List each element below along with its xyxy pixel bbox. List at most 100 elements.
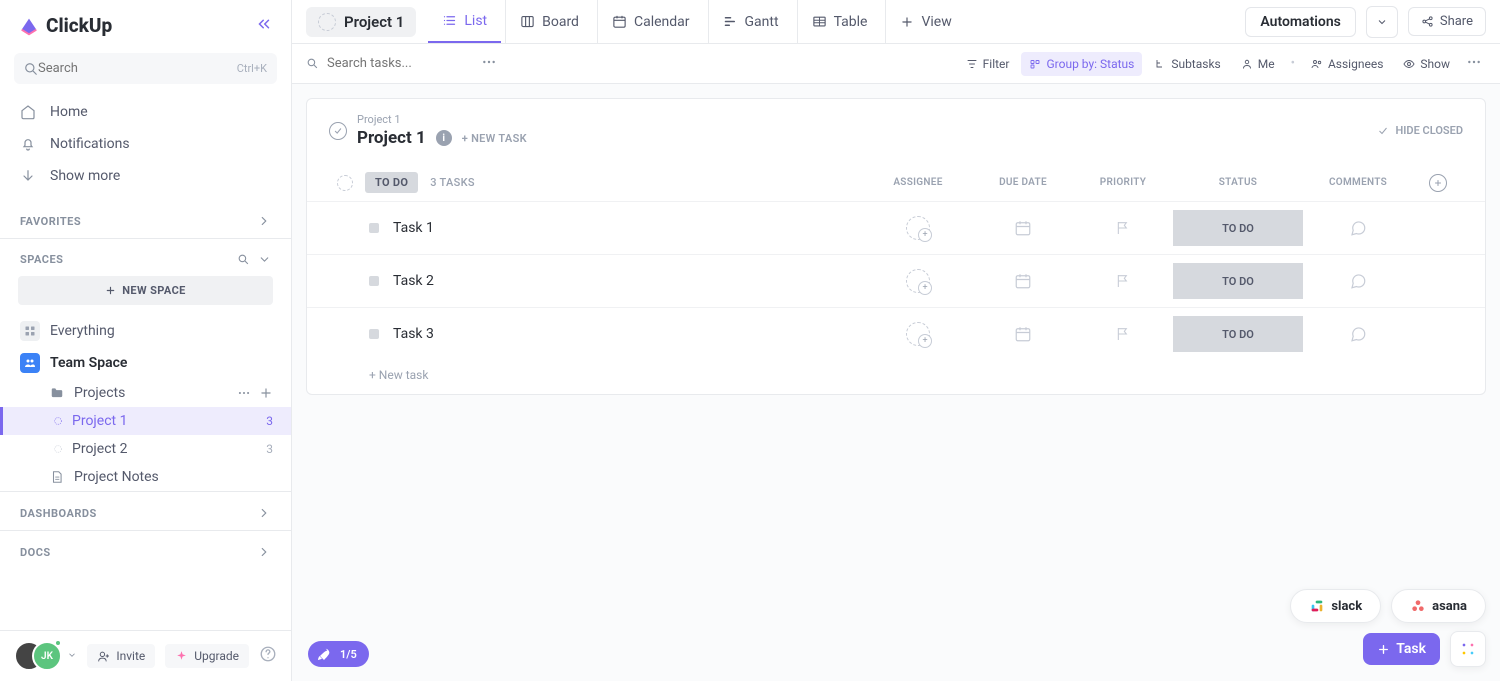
- user-plus-icon: [97, 650, 110, 663]
- task-row[interactable]: Task 3 TO DO: [307, 307, 1485, 360]
- comments-cell[interactable]: [1303, 325, 1413, 343]
- assignees-button[interactable]: Assignees: [1303, 52, 1391, 76]
- workspace-avatar-stack[interactable]: JK: [14, 641, 55, 671]
- col-header-comments[interactable]: COMMENTS: [1303, 177, 1413, 188]
- grid-icon: [20, 321, 40, 341]
- chevron-down-icon[interactable]: [258, 253, 271, 266]
- sidebar-item-project-1[interactable]: Project 1 3: [0, 407, 291, 435]
- workspace-menu-caret[interactable]: [67, 649, 77, 664]
- add-view-button[interactable]: View: [885, 0, 965, 43]
- topbar: Project 1 List Board Calendar Gantt Tabl…: [292, 0, 1500, 44]
- presence-dot-icon: [54, 639, 62, 647]
- task-status-square-icon[interactable]: [369, 223, 379, 233]
- collapse-sidebar-button[interactable]: [255, 15, 273, 37]
- list-title[interactable]: Project 1: [357, 128, 426, 148]
- automations-button[interactable]: Automations: [1245, 7, 1356, 37]
- col-header-due-date[interactable]: DUE DATE: [973, 177, 1073, 188]
- show-button[interactable]: Show: [1395, 52, 1458, 76]
- create-task-fab[interactable]: Task: [1363, 633, 1440, 665]
- task-status-square-icon[interactable]: [369, 329, 379, 339]
- onboarding-pill[interactable]: 1/5: [308, 641, 369, 667]
- group-by-button[interactable]: Group by: Status: [1021, 52, 1142, 76]
- help-button[interactable]: [259, 645, 277, 667]
- invite-button[interactable]: Invite: [87, 644, 155, 668]
- group-status-badge[interactable]: TO DO: [365, 172, 418, 193]
- integration-asana[interactable]: asana: [1391, 589, 1486, 623]
- col-header-priority[interactable]: PRIORITY: [1073, 177, 1173, 188]
- priority-cell[interactable]: [1073, 273, 1173, 289]
- spaces-header[interactable]: SPACES: [0, 238, 291, 276]
- filterbar-more-button[interactable]: [1462, 50, 1486, 78]
- automations-dropdown[interactable]: [1366, 6, 1398, 38]
- search-more-button[interactable]: [477, 50, 501, 78]
- new-space-button[interactable]: NEW SPACE: [18, 276, 273, 305]
- logo[interactable]: ClickUp: [18, 14, 112, 37]
- calendar-icon: [1014, 272, 1032, 290]
- search-tasks-input[interactable]: [327, 56, 467, 71]
- task-row[interactable]: Task 1 TO DO: [307, 201, 1485, 254]
- sidebar-item-everything[interactable]: Everything: [0, 315, 291, 347]
- filter-button[interactable]: Filter: [958, 52, 1018, 76]
- view-tab-board[interactable]: Board: [505, 0, 593, 43]
- sidebar-item-project-2[interactable]: Project 2 3: [0, 435, 291, 463]
- due-date-cell[interactable]: [973, 325, 1073, 343]
- collapse-circle-icon[interactable]: [337, 175, 353, 191]
- subtasks-button[interactable]: Subtasks: [1146, 52, 1228, 76]
- assignee-cell[interactable]: [863, 269, 973, 293]
- project-chip[interactable]: Project 1: [306, 7, 416, 37]
- docs-header[interactable]: DOCS: [0, 530, 291, 569]
- sidebar-item-project-notes[interactable]: Project Notes: [0, 463, 291, 491]
- header-new-task-button[interactable]: + NEW TASK: [462, 132, 527, 145]
- plus-icon[interactable]: [259, 386, 273, 400]
- comments-cell[interactable]: [1303, 219, 1413, 237]
- search-tasks[interactable]: [306, 56, 467, 71]
- col-header-assignee[interactable]: ASSIGNEE: [863, 177, 973, 188]
- task-name[interactable]: Task 1: [393, 220, 434, 236]
- sidebar-search[interactable]: Ctrl+K: [14, 53, 277, 84]
- col-header-status[interactable]: STATUS: [1173, 177, 1303, 188]
- due-date-cell[interactable]: [973, 219, 1073, 237]
- chevron-right-icon: [257, 214, 271, 228]
- integration-slack[interactable]: slack: [1290, 589, 1381, 623]
- view-tab-calendar[interactable]: Calendar: [597, 0, 704, 43]
- assignee-cell[interactable]: [863, 322, 973, 346]
- dashboards-header[interactable]: DASHBOARDS: [0, 491, 291, 530]
- task-name[interactable]: Task 2: [393, 273, 434, 289]
- status-cell[interactable]: TO DO: [1173, 263, 1303, 299]
- task-row[interactable]: Task 2 TO DO: [307, 254, 1485, 307]
- assignee-cell[interactable]: [863, 216, 973, 240]
- status-circle-icon[interactable]: [329, 122, 347, 140]
- task-name[interactable]: Task 3: [393, 326, 434, 342]
- add-column-button[interactable]: [1429, 174, 1447, 192]
- dots-icon[interactable]: [237, 386, 251, 400]
- hide-closed-button[interactable]: HIDE CLOSED: [1377, 124, 1463, 137]
- due-date-cell[interactable]: [973, 272, 1073, 290]
- sidebar-item-team-space[interactable]: Team Space: [0, 347, 291, 379]
- status-cell[interactable]: TO DO: [1173, 316, 1303, 352]
- sidebar-footer: JK Invite Upgrade: [0, 630, 291, 681]
- new-task-row[interactable]: + New task: [307, 360, 1485, 394]
- view-tab-table[interactable]: Table: [797, 0, 882, 43]
- rocket-icon: [316, 646, 332, 662]
- info-icon[interactable]: i: [436, 130, 452, 146]
- priority-cell[interactable]: [1073, 326, 1173, 342]
- nav-show-more[interactable]: Show more: [0, 160, 291, 192]
- nav-home[interactable]: Home: [0, 96, 291, 128]
- search-icon[interactable]: [237, 253, 250, 266]
- view-tab-list[interactable]: List: [428, 0, 501, 43]
- me-button[interactable]: Me: [1233, 52, 1283, 76]
- task-status-square-icon[interactable]: [369, 276, 379, 286]
- priority-cell[interactable]: [1073, 220, 1173, 236]
- comments-cell[interactable]: [1303, 272, 1413, 290]
- slack-icon: [1309, 598, 1325, 614]
- sidebar-search-input[interactable]: [38, 61, 237, 76]
- upgrade-button[interactable]: Upgrade: [165, 644, 249, 668]
- view-tab-gantt[interactable]: Gantt: [708, 0, 793, 43]
- share-button[interactable]: Share: [1408, 7, 1486, 36]
- nav-notifications[interactable]: Notifications: [0, 128, 291, 160]
- favorites-header[interactable]: FAVORITES: [0, 200, 291, 238]
- sidebar-item-projects-folder[interactable]: Projects: [0, 379, 291, 407]
- calendar-icon: [612, 14, 627, 29]
- apps-fab[interactable]: [1450, 631, 1486, 667]
- status-cell[interactable]: TO DO: [1173, 210, 1303, 246]
